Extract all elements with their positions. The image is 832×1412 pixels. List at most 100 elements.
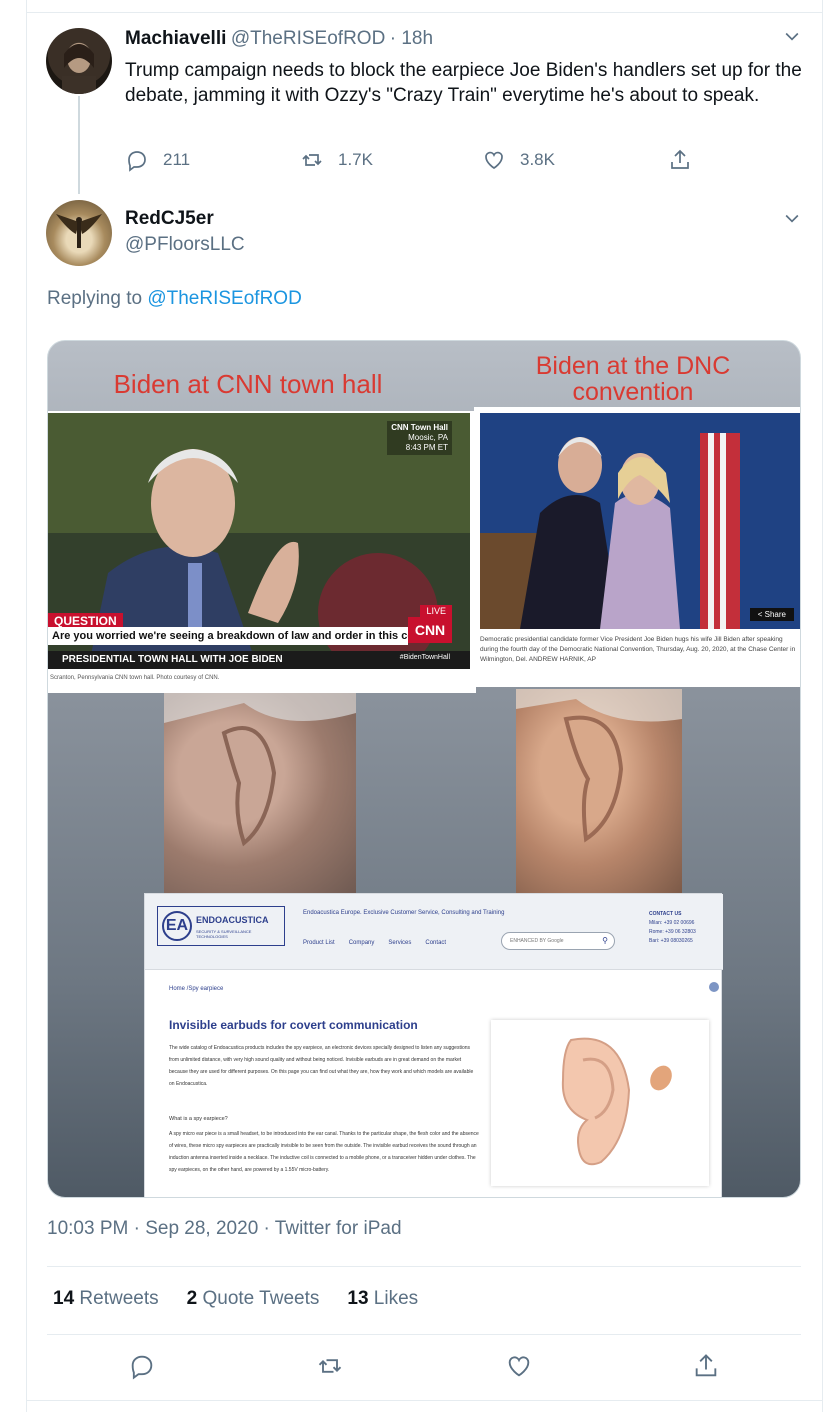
display-name[interactable]: RedCJ5er (125, 208, 214, 230)
cnn-badge: CNN Town Hall (391, 423, 448, 432)
site-search[interactable]: ENHANCED BY Google ⚲ (501, 932, 615, 950)
likes-count: 13 (347, 1288, 369, 1309)
like-count: 3.8K (520, 150, 555, 169)
chevron-down-icon[interactable] (782, 26, 802, 52)
retweet-button[interactable]: 1.7K (300, 148, 373, 172)
share-button[interactable] (668, 148, 692, 172)
cnn-time: 8:43 PM ET (405, 443, 448, 452)
cnn-banner: PRESIDENTIAL TOWN HALL WITH JOE BIDEN #B… (48, 651, 470, 669)
hashtag: #BidenTownHall (399, 654, 450, 661)
like-icon (508, 1356, 530, 1377)
likes-stat[interactable]: 13 Likes (347, 1288, 418, 1310)
username[interactable]: @PFloorsLLC (125, 234, 245, 256)
cnn-location: Moosic, PA (408, 433, 448, 442)
site-nav-item[interactable]: Services (388, 940, 411, 946)
divider (47, 1334, 801, 1335)
live-badge: LIVE (420, 605, 452, 617)
site-contact-line: Bari: +39 08030265 (649, 938, 693, 944)
avatar[interactable] (46, 200, 112, 266)
site-breadcrumb: Home /Spy earpiece (169, 986, 224, 992)
reply-button[interactable] (128, 1352, 156, 1385)
divider (26, 1400, 822, 1401)
endoacustica-website: EA ENDOACUSTICA SECURITY & SURVEILLANCE … (144, 893, 723, 1197)
cnn-logo: CNN (408, 617, 452, 643)
share-icon (695, 1354, 717, 1377)
retweet-icon (302, 154, 322, 166)
divider (26, 12, 822, 13)
dnc-article: < Share Democratic presidential candidat… (474, 407, 800, 687)
site-subheading: What is a spy earpiece? (169, 1116, 228, 1122)
site-contact: CONTACT US Milan: +39 02 00696 Rome: +39… (649, 910, 696, 946)
share-badge[interactable]: < Share (749, 608, 794, 621)
replying-prefix: Replying to (47, 288, 143, 309)
site-logo: EA ENDOACUSTICA SECURITY & SURVEILLANCE … (157, 906, 285, 946)
ear-closeup-left (164, 693, 356, 893)
question-text: Are you worried we're seeing a breakdown… (48, 627, 408, 645)
media-title-right-line2: convention (572, 378, 694, 406)
tweet-stats: 14 Retweets 2 Quote Tweets 13 Likes (53, 1288, 418, 1310)
site-paragraph: The wide catalog of Endoacustica product… (169, 1045, 474, 1087)
like-icon (485, 151, 503, 170)
globe-icon[interactable] (709, 982, 719, 992)
site-heading: Invisible earbuds for covert communicati… (169, 1018, 418, 1032)
like-button[interactable] (505, 1352, 533, 1385)
username[interactable]: @TheRISEofROD (231, 28, 385, 49)
timeline-border-right (822, 0, 823, 1412)
site-header: EA ENDOACUSTICA SECURITY & SURVEILLANCE … (145, 894, 723, 970)
chevron-down-icon[interactable] (782, 208, 802, 234)
avatar[interactable] (46, 28, 112, 94)
site-tagline: Endoacustica Europe. Exclusive Customer … (303, 910, 505, 916)
reply-button[interactable]: 211 (125, 148, 190, 172)
divider (47, 1266, 801, 1267)
replying-to-link[interactable]: @TheRISEofROD (147, 288, 301, 309)
dnc-photo: < Share (480, 413, 800, 629)
cnn-caption: Scranton, Pennsylvania CNN town hall. Ph… (50, 675, 220, 681)
share-button[interactable] (692, 1352, 720, 1385)
retweets-label: Retweets (79, 1288, 159, 1309)
quote-count: 2 (186, 1288, 198, 1309)
likes-label: Likes (373, 1288, 419, 1309)
site-contact-line: Milan: +39 02 00696 (649, 920, 695, 926)
media-title-right: Biden at the DNC convention (508, 353, 758, 405)
quote-tweets-stat[interactable]: 2 Quote Tweets (187, 1288, 320, 1310)
media-title-right-line1: Biden at the DNC (535, 352, 731, 380)
site-search-placeholder: ENHANCED BY Google (510, 938, 564, 944)
site-contact-line: Rome: +39 06 32803 (649, 929, 696, 935)
ear-illustration (491, 1020, 709, 1186)
share-icon (671, 149, 689, 169)
display-name[interactable]: Machiavelli (125, 28, 226, 49)
banner-text: PRESIDENTIAL TOWN HALL WITH JOE BIDEN (62, 654, 283, 665)
ear-closeup-right (516, 689, 682, 893)
site-brand-sub: SECURITY & SURVEILLANCE TECHNOLOGIES (196, 929, 252, 939)
site-contact-title: CONTACT US (649, 911, 682, 917)
tweet-text: Trump campaign needs to block the earpie… (125, 60, 802, 106)
share-label: Share (764, 610, 786, 619)
like-button[interactable]: 3.8K (482, 148, 555, 172)
cnn-photo: CNN Town Hall Moosic, PA 8:43 PM ET QUES… (48, 413, 470, 669)
tweet-time[interactable]: · 18h (390, 28, 433, 49)
site-nav-item[interactable]: Contact (425, 940, 446, 946)
dnc-caption: Democratic presidential candidate former… (480, 636, 796, 663)
cnn-info: CNN Town Hall Moosic, PA 8:43 PM ET (387, 421, 452, 455)
tweet-media-image[interactable]: Biden at CNN town hall Biden at the DNC … (47, 340, 801, 1198)
timeline-border-left (26, 0, 27, 1412)
cnn-screenshot: CNN Town Hall Moosic, PA 8:43 PM ET QUES… (48, 411, 476, 693)
site-brand: ENDOACUSTICA (196, 915, 269, 925)
media-title-left: Biden at CNN town hall (113, 369, 383, 399)
quote-label: Quote Tweets (202, 1288, 320, 1309)
reply-count: 211 (163, 150, 191, 169)
retweet-button[interactable] (316, 1352, 344, 1385)
site-nav-item[interactable]: Product List (303, 940, 335, 946)
replying-to: Replying to @TheRISEofROD (47, 288, 302, 310)
retweets-count: 14 (53, 1288, 75, 1309)
retweets-stat[interactable]: 14 Retweets (53, 1288, 159, 1310)
tweet-timestamp[interactable]: 10:03 PM · Sep 28, 2020 · Twitter for iP… (47, 1218, 402, 1240)
retweet-icon (318, 1359, 342, 1373)
site-nav: Product List Company Services Contact (303, 940, 446, 946)
tweet-header: Machiavelli @TheRISEofROD · 18h (125, 28, 433, 50)
reply-icon (131, 1355, 153, 1380)
share-icon: < (757, 610, 763, 619)
site-paragraph: A spy micro ear piece is a small headset… (169, 1131, 479, 1173)
site-nav-item[interactable]: Company (349, 940, 375, 946)
reply-icon (128, 151, 146, 172)
